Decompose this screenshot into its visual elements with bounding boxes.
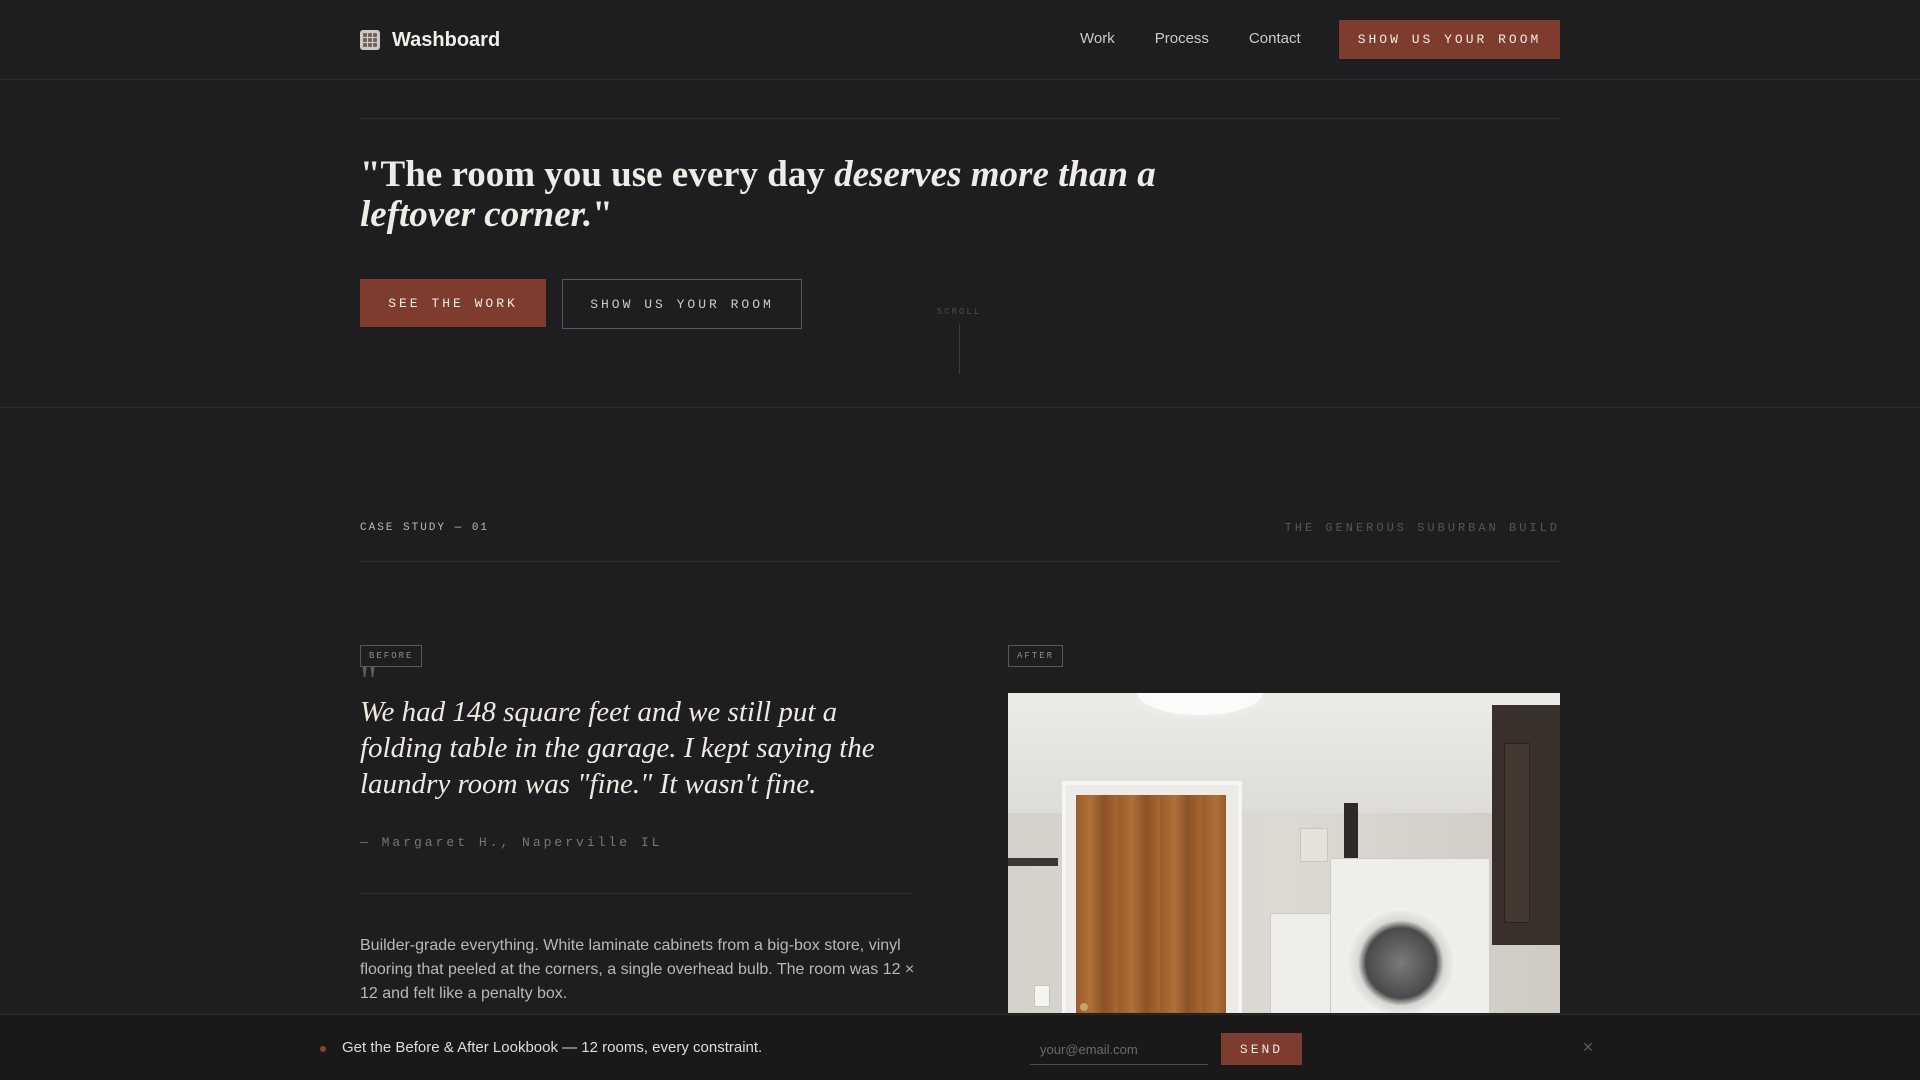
lookbook-email-input[interactable] — [1030, 1035, 1208, 1065]
brand[interactable]: Washboard — [360, 26, 500, 54]
nav-show-us-your-room-button[interactable]: SHOW US YOUR ROOM — [1339, 20, 1560, 59]
case-study-label: CASE STUDY — 01 — [360, 522, 490, 534]
scroll-indicator-line — [959, 324, 960, 374]
photo-cabinet-door — [1504, 743, 1530, 923]
scroll-label: SCROLL — [936, 307, 982, 317]
before-divider — [360, 893, 912, 894]
lookbook-text: Get the Before & After Lookbook — 12 roo… — [342, 1039, 763, 1056]
photo-outlet — [1034, 985, 1050, 1007]
hero-bottom-divider — [0, 407, 1920, 408]
after-room-photo — [1008, 693, 1560, 1013]
show-us-your-room-button[interactable]: SHOW US YOUR ROOM — [562, 279, 802, 329]
case-study-divider — [360, 561, 1560, 562]
brand-name: Washboard — [392, 28, 501, 51]
hero-divider — [360, 118, 1560, 119]
washboard-logo-icon — [360, 30, 380, 50]
case-study-title: THE GENEROUS SUBURBAN BUILD — [1284, 521, 1560, 535]
hero-quote: "The room you use every day deserves mor… — [360, 155, 1160, 235]
after-tag: AFTER — [1008, 645, 1064, 667]
photo-wood-door — [1076, 795, 1226, 1013]
photo-door-knob — [1080, 1003, 1088, 1011]
testimonial-attribution: — Margaret H., Naperville IL — [360, 835, 663, 850]
lookbook-bar: Get the Before & After Lookbook — 12 roo… — [0, 1014, 1920, 1080]
photo-hook-rail — [1008, 858, 1058, 866]
close-icon[interactable]: ✕ — [1580, 1039, 1596, 1055]
nav-link-contact[interactable]: Contact — [1249, 30, 1301, 47]
photo-wall-panel — [1300, 828, 1328, 862]
lookbook-dot-icon — [320, 1046, 326, 1052]
page: Washboard Work Process Contact SHOW US Y… — [0, 0, 1920, 1080]
hero-quote-end: " — [592, 194, 613, 235]
see-the-work-button[interactable]: SEE THE WORK — [360, 279, 546, 327]
nav-link-work[interactable]: Work — [1080, 30, 1115, 47]
nav-links: Work Process Contact — [1080, 30, 1301, 47]
lookbook-send-button[interactable]: SEND — [1221, 1033, 1302, 1065]
top-nav: Washboard Work Process Contact SHOW US Y… — [0, 0, 1920, 80]
testimonial-quote: We had 148 square feet and we still put … — [360, 696, 875, 800]
before-description: Builder-grade everything. White laminate… — [360, 937, 915, 1002]
hero-quote-plain: "The room you use every day — [360, 154, 835, 195]
photo-washer-drum — [1346, 908, 1456, 1013]
nav-link-process[interactable]: Process — [1155, 30, 1209, 47]
